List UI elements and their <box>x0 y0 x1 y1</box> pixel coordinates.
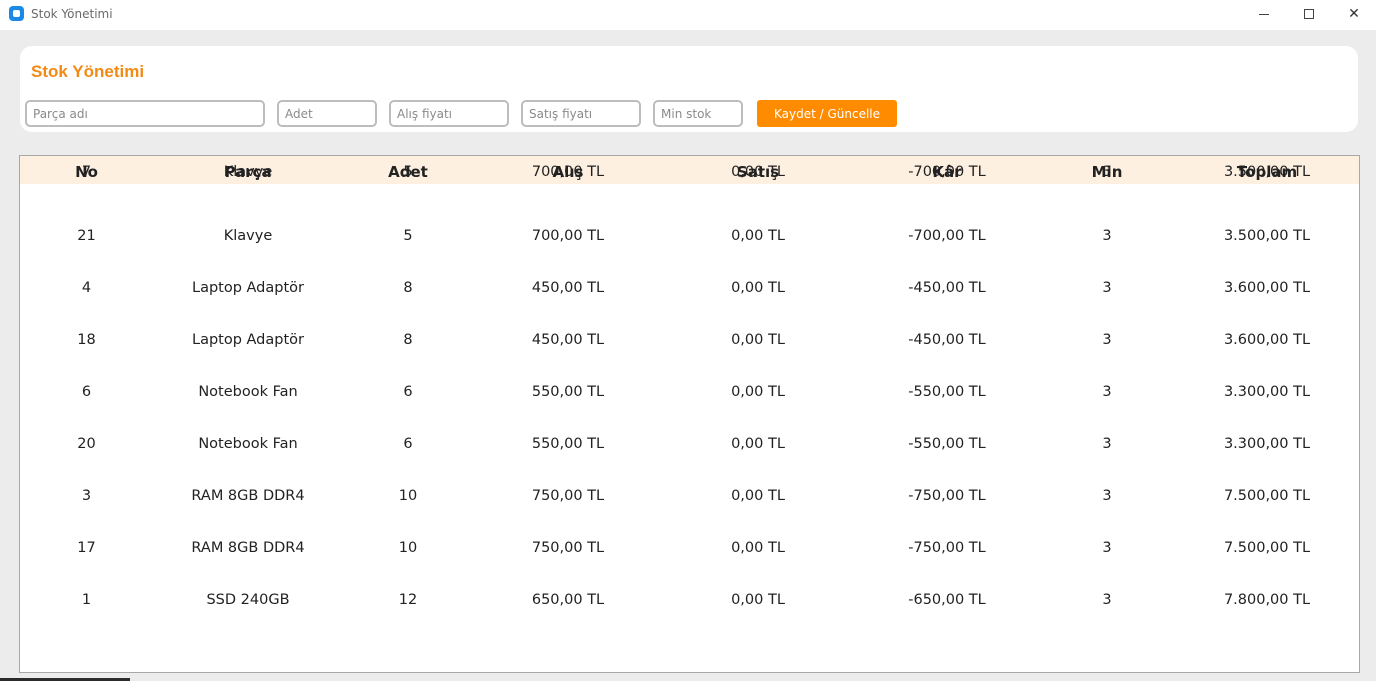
cell-qty: 8 <box>403 332 413 348</box>
close-button[interactable]: ✕ <box>1331 0 1376 28</box>
cell-buy: 750,00 TL <box>531 488 605 504</box>
cell-no: 1 <box>81 592 92 608</box>
cell-min: 3 <box>1102 228 1112 244</box>
cell-no: 17 <box>77 540 96 556</box>
form-card: Stok Yönetimi Kaydet / Güncelle <box>20 46 1358 132</box>
stock-table: No Parça Adet Alış Satış Kâr Min Toplam … <box>19 155 1360 673</box>
cell-buy: 650,00 TL <box>531 592 605 608</box>
window-titlebar: Stok Yönetimi ✕ <box>0 0 1376 30</box>
cell-qty: 12 <box>398 592 418 608</box>
minimize-button[interactable] <box>1241 0 1287 28</box>
cell-profit: -550,00 TL <box>908 436 986 452</box>
cell-part: SSD 240GB <box>206 592 290 608</box>
cell-buy: 750,00 TL <box>531 540 605 556</box>
cell-min: 3 <box>1102 592 1112 608</box>
cell-sell: 0,00 TL <box>731 384 785 400</box>
min-stock-input[interactable] <box>653 100 743 127</box>
cell-part: Notebook Fan <box>198 384 298 400</box>
cell-min: 3 <box>1102 332 1112 348</box>
buy-price-input[interactable] <box>389 100 509 127</box>
maximize-icon <box>1304 9 1314 19</box>
save-update-button[interactable]: Kaydet / Güncelle <box>757 100 897 127</box>
cell-no: 18 <box>77 332 96 348</box>
cell-min: 3 <box>1102 540 1112 556</box>
cell-part: Laptop Adaptör <box>191 280 304 296</box>
cell-profit: -650,00 TL <box>908 592 986 608</box>
cell-min: 3 <box>1102 488 1112 504</box>
cell-buy: 700,00 TL <box>531 163 605 180</box>
cell-buy: 550,00 TL <box>531 384 605 400</box>
cell-total: 3.600,00 TL <box>1223 332 1311 348</box>
cell-profit: -450,00 TL <box>908 332 986 348</box>
cell-buy: 450,00 TL <box>531 332 605 348</box>
cell-part: Laptop Adaptör <box>191 332 304 348</box>
cell-qty: 10 <box>398 488 418 504</box>
cell-buy: 550,00 TL <box>531 436 605 452</box>
cell-min: 3 <box>1102 163 1112 180</box>
app-icon <box>9 6 24 21</box>
cell-sell: 0,00 TL <box>731 540 785 556</box>
cell-qty: 6 <box>403 436 413 452</box>
cell-profit: -700,00 TL <box>908 228 986 244</box>
cell-sell: 0,00 TL <box>731 592 785 608</box>
cell-qty: 8 <box>403 280 413 296</box>
page-title: Stok Yönetimi <box>31 62 145 81</box>
cell-total: 7.500,00 TL <box>1223 488 1311 504</box>
table-row[interactable]: 1 SSD 240GB 12 650,00 TL 0,00 TL -650,00 TL 3 7… <box>20 592 1359 652</box>
cell-total: 3.500,00 TL <box>1223 163 1311 180</box>
cell-total: 3.300,00 TL <box>1223 436 1311 452</box>
cell-sell: 0,00 TL <box>731 228 785 244</box>
cell-part: RAM 8GB DDR4 <box>191 540 305 556</box>
cell-no: 4 <box>81 280 92 296</box>
cell-total: 3.500,00 TL <box>1223 228 1311 244</box>
cell-qty: 5 <box>403 228 413 244</box>
cell-qty: 6 <box>403 384 413 400</box>
cell-sell: 0,00 TL <box>731 436 785 452</box>
cell-sell: 0,00 TL <box>731 280 785 296</box>
cell-total: 7.500,00 TL <box>1223 540 1311 556</box>
sell-price-input[interactable] <box>521 100 641 127</box>
cell-profit: -550,00 TL <box>908 384 986 400</box>
cell-no: 20 <box>77 436 96 452</box>
cell-total: 7.800,00 TL <box>1223 592 1311 608</box>
minimize-icon <box>1259 13 1269 15</box>
cell-sell: 0,00 TL <box>731 332 785 348</box>
cell-buy: 450,00 TL <box>531 280 605 296</box>
cell-no: 7 <box>81 163 92 180</box>
close-icon: ✕ <box>1348 6 1360 22</box>
cell-qty: 5 <box>403 163 413 180</box>
cell-total: 3.600,00 TL <box>1223 280 1311 296</box>
cell-sell: 0,00 TL <box>731 488 785 504</box>
cell-profit: -750,00 TL <box>908 488 986 504</box>
cell-part: Klavye <box>223 228 273 244</box>
cell-part: RAM 8GB DDR4 <box>191 488 305 504</box>
cell-buy: 700,00 TL <box>531 228 605 244</box>
cell-no: 3 <box>81 488 92 504</box>
cell-part: Notebook Fan <box>198 436 298 452</box>
cell-profit: -700,00 TL <box>908 163 986 180</box>
window-title: Stok Yönetimi <box>31 7 113 21</box>
cell-min: 3 <box>1102 384 1112 400</box>
cell-no: 21 <box>77 228 96 244</box>
part-name-input[interactable] <box>25 100 265 127</box>
cell-qty: 10 <box>398 540 418 556</box>
cell-min: 3 <box>1102 436 1112 452</box>
cell-part: Klavye <box>223 163 273 180</box>
cell-profit: -450,00 TL <box>908 280 986 296</box>
cell-total: 3.300,00 TL <box>1223 384 1311 400</box>
maximize-button[interactable] <box>1286 0 1332 28</box>
quantity-input[interactable] <box>277 100 377 127</box>
cell-no: 6 <box>81 384 92 400</box>
cell-sell: 0,00 TL <box>731 163 785 180</box>
cell-min: 3 <box>1102 280 1112 296</box>
cell-profit: -750,00 TL <box>908 540 986 556</box>
